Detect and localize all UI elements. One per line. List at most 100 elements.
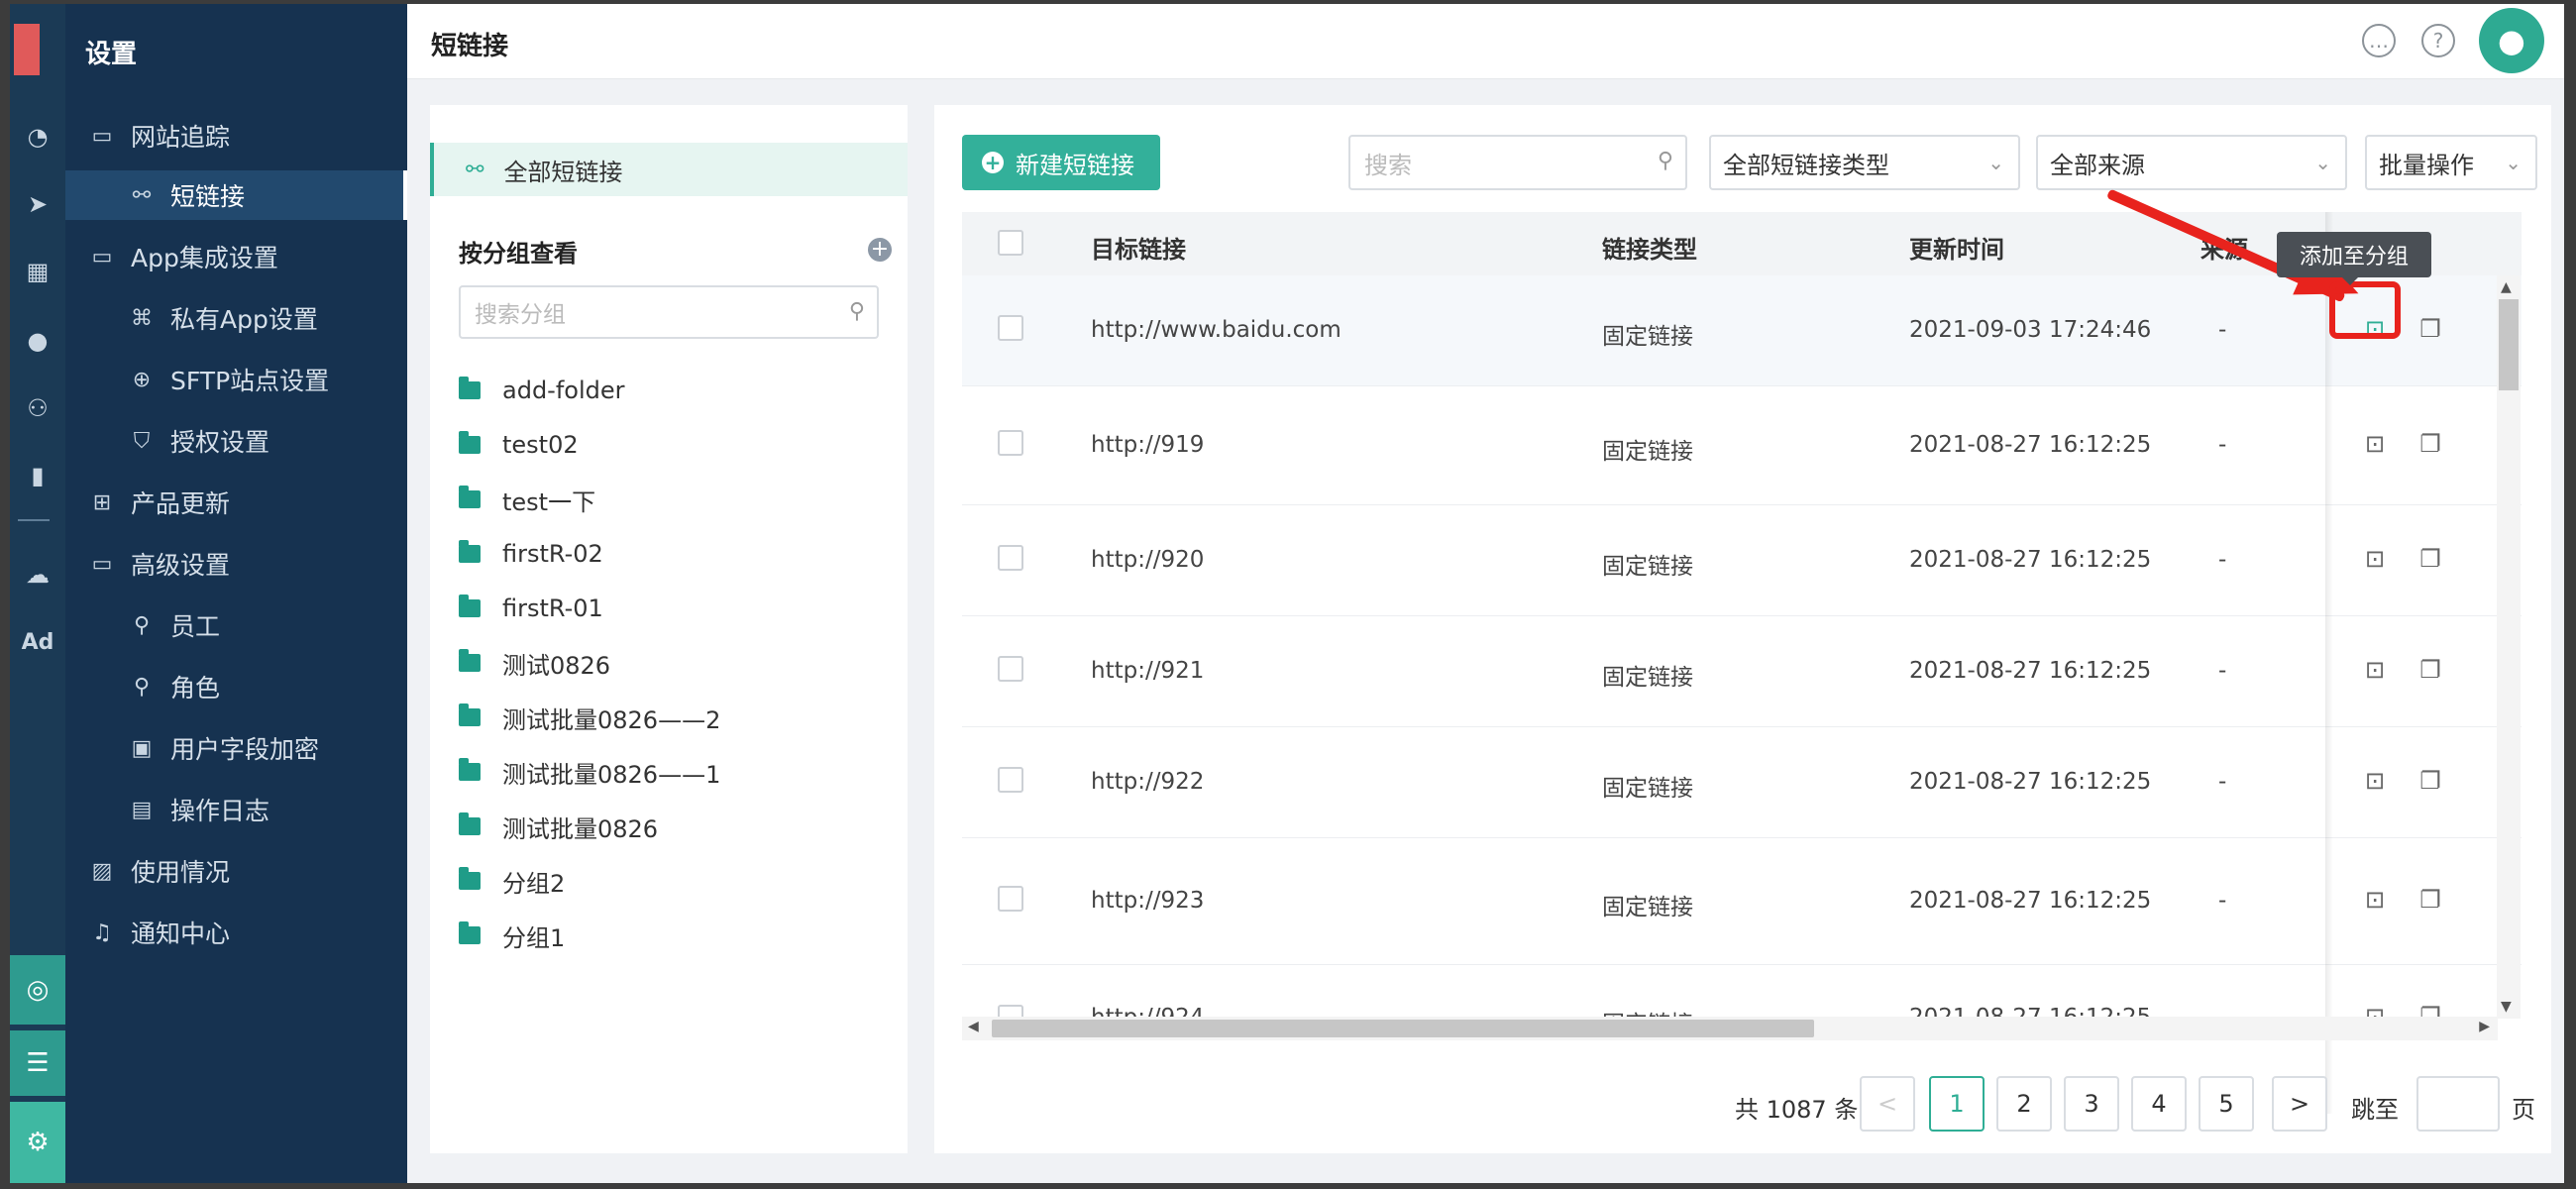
add-to-group-icon[interactable]: ⊡	[2361, 886, 2389, 914]
add-to-group-icon[interactable]: ⊡	[2361, 767, 2389, 795]
sidebar-item-product-updates[interactable]: ⊞ 产品更新	[65, 478, 407, 527]
folder-item[interactable]: firstR-02	[459, 534, 603, 574]
vertical-scrollbar[interactable]: ▲ ▼	[2497, 275, 2521, 1019]
sidebar-item-usage[interactable]: ▨ 使用情况	[65, 846, 407, 896]
sidebar-item-app-integration[interactable]: ▭ App集成设置	[65, 232, 407, 281]
jump-page-input[interactable]	[2416, 1076, 2500, 1132]
sidebar-item-notifications[interactable]: ♫ 通知中心	[65, 908, 407, 957]
people-icon[interactable]: ⚇	[10, 382, 65, 434]
page-button-2[interactable]: 2	[1996, 1076, 2052, 1132]
cell-url[interactable]: http://921	[1091, 658, 1204, 684]
wechat-icon[interactable]: ☁	[10, 549, 65, 600]
add-to-group-icon[interactable]: ⊡	[2361, 430, 2389, 458]
sidebar-item-short-links[interactable]: ⚯ 短链接	[65, 170, 407, 220]
search-input[interactable]: 搜索 ⚲	[1348, 135, 1687, 190]
scroll-right-icon[interactable]: ▶	[2479, 1019, 2490, 1034]
send-icon[interactable]: ➤	[10, 178, 65, 230]
folder-item[interactable]: 测试批量0826	[459, 807, 658, 846]
table-row[interactable]: http://920 固定链接 2021-08-27 16:12:25 - ⊡ …	[962, 505, 2522, 616]
settings-gear-icon[interactable]: ⚙	[10, 1102, 65, 1183]
source-select[interactable]: 全部来源 ⌄	[2036, 135, 2347, 190]
dashboard-icon[interactable]: ◔	[10, 111, 65, 162]
copy-icon[interactable]: ❐	[2416, 430, 2444, 458]
table-row[interactable]: http://www.baidu.com 固定链接 2021-09-03 17:…	[962, 275, 2522, 386]
sidebar-item-sftp[interactable]: ⊕ SFTP站点设置	[65, 355, 407, 404]
vertical-scroll-thumb[interactable]	[2499, 299, 2519, 390]
cell-url[interactable]: http://923	[1091, 888, 1204, 914]
sidebar-item-web-tracking[interactable]: ▭ 网站追踪	[65, 111, 407, 161]
copy-icon[interactable]: ❐	[2416, 767, 2444, 795]
sidebar-item-authorization[interactable]: ⛉ 授权设置	[65, 416, 407, 466]
group-search-input[interactable]: 搜索分组 ⚲	[459, 285, 879, 339]
folder-item[interactable]: test一下	[459, 480, 595, 519]
row-checkbox[interactable]	[998, 886, 1023, 912]
add-to-group-icon[interactable]: ⊡	[2361, 656, 2389, 684]
table-row[interactable]: http://921 固定链接 2021-08-27 16:12:25 - ⊡ …	[962, 616, 2522, 727]
scroll-left-icon[interactable]: ◀	[968, 1019, 979, 1034]
batch-actions-select[interactable]: 批量操作 ⌄	[2365, 135, 2537, 190]
chat-icon[interactable]: …	[2362, 24, 2396, 57]
table-row[interactable]: http://919 固定链接 2021-08-27 16:12:25 - ⊡ …	[962, 386, 2522, 505]
table-row[interactable]: http://923 固定链接 2021-08-27 16:12:25 - ⊡ …	[962, 838, 2522, 965]
copy-icon[interactable]: ❐	[2416, 886, 2444, 914]
search-icon[interactable]: ⚲	[849, 299, 865, 324]
ad-icon[interactable]: Ad	[10, 616, 65, 668]
next-page-button[interactable]: >	[2272, 1076, 2327, 1132]
folder-item[interactable]: 分组2	[459, 861, 565, 901]
sidebar-item-private-app[interactable]: ⌘ 私有App设置	[65, 293, 407, 343]
row-checkbox[interactable]	[998, 430, 1023, 456]
table-row[interactable]: http://924 固定链接 2021-08-27 16:12:25 - ⊡ …	[962, 965, 2522, 1017]
copy-icon[interactable]: ❐	[2416, 315, 2444, 343]
sidebar-item-roles[interactable]: ⚲ 角色	[65, 662, 407, 711]
add-group-icon[interactable]: +	[868, 238, 892, 262]
layout-icon[interactable]: ▦	[10, 246, 65, 297]
row-checkbox[interactable]	[998, 656, 1023, 682]
cell-url[interactable]: http://924	[1091, 1005, 1204, 1017]
table-row[interactable]: http://922 固定链接 2021-08-27 16:12:25 - ⊡ …	[962, 727, 2522, 838]
person-icon[interactable]: ●	[10, 315, 65, 367]
search-icon[interactable]: ⚲	[1658, 149, 1673, 173]
folder-item[interactable]: add-folder	[459, 371, 625, 410]
link-type-select[interactable]: 全部短链接类型 ⌄	[1709, 135, 2020, 190]
copy-icon[interactable]: ❐	[2416, 656, 2444, 684]
sidebar-item-advanced-settings[interactable]: ▭ 高级设置	[65, 539, 407, 589]
server-icon[interactable]: ☰	[10, 1030, 65, 1096]
folder-item[interactable]: test02	[459, 425, 579, 465]
integration-icon[interactable]: ◎	[10, 955, 65, 1025]
page-button-4[interactable]: 4	[2131, 1076, 2187, 1132]
add-to-group-icon[interactable]: ⊡	[2361, 545, 2389, 573]
copy-icon[interactable]: ❐	[2416, 545, 2444, 573]
cell-url[interactable]: http://922	[1091, 769, 1204, 795]
row-checkbox[interactable]	[998, 767, 1023, 793]
horizontal-scrollbar[interactable]: ◀ ▶	[962, 1017, 2498, 1040]
help-icon[interactable]: ?	[2421, 24, 2455, 57]
avatar[interactable]: ●	[2479, 8, 2544, 73]
folder-item[interactable]: 测试批量0826——2	[459, 698, 720, 737]
sidebar-item-field-encryption[interactable]: ▣ 用户字段加密	[65, 723, 407, 773]
scroll-up-icon[interactable]: ▲	[2501, 279, 2512, 295]
row-checkbox[interactable]	[998, 545, 1023, 571]
sidebar-item-employees[interactable]: ⚲ 员工	[65, 600, 407, 650]
prev-page-button[interactable]: <	[1860, 1076, 1915, 1132]
bar-chart-icon[interactable]: ▮	[10, 450, 65, 501]
cell-url[interactable]: http://www.baidu.com	[1091, 317, 1342, 343]
row-checkbox[interactable]	[998, 315, 1023, 341]
all-links-item[interactable]: ⚯ 全部短链接	[430, 143, 908, 196]
page-button-3[interactable]: 3	[2064, 1076, 2119, 1132]
folder-item[interactable]: firstR-01	[459, 589, 603, 628]
folder-item[interactable]: 分组1	[459, 916, 565, 955]
page-button-1[interactable]: 1	[1929, 1076, 1985, 1132]
row-checkbox[interactable]	[998, 1005, 1023, 1017]
sidebar-item-operation-log[interactable]: ▤ 操作日志	[65, 785, 407, 834]
folder-item[interactable]: 测试0826	[459, 643, 610, 683]
cell-url[interactable]: http://920	[1091, 547, 1204, 573]
folder-item[interactable]: 测试批量0826——1	[459, 752, 720, 792]
select-all-checkbox[interactable]	[998, 230, 1023, 256]
horizontal-scroll-thumb[interactable]	[992, 1020, 1814, 1037]
cell-url[interactable]: http://919	[1091, 432, 1204, 458]
scroll-down-icon[interactable]: ▼	[2501, 999, 2512, 1015]
copy-icon[interactable]: ❐	[2416, 1003, 2444, 1017]
add-to-group-icon[interactable]: ⊡	[2361, 1003, 2389, 1017]
page-button-5[interactable]: 5	[2199, 1076, 2254, 1132]
new-short-link-button[interactable]: + 新建短链接	[962, 135, 1160, 190]
